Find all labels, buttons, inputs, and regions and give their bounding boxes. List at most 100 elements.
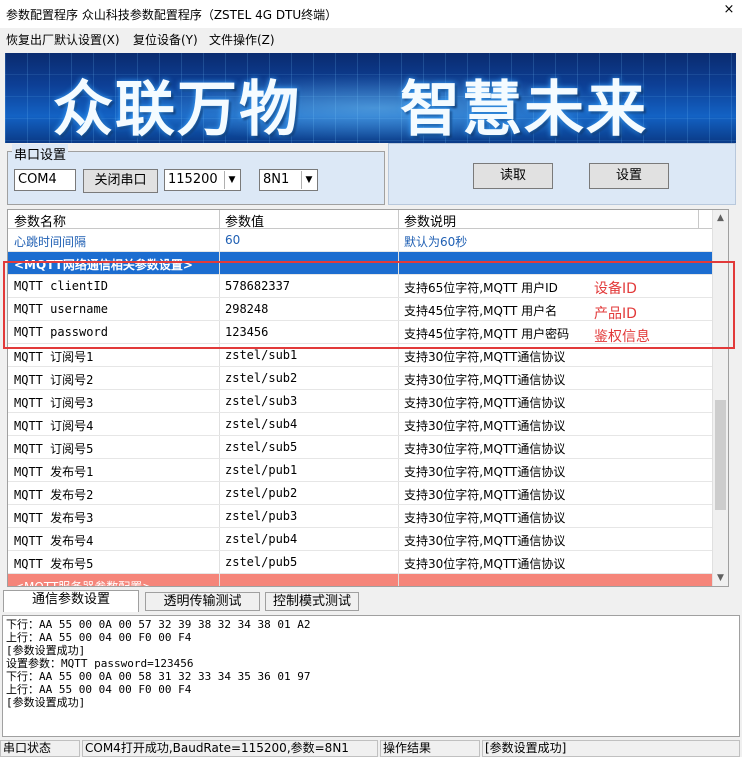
log-line: 下行：AA 55 00 0A 00 58 31 32 33 34 35 36 0… [6,670,311,683]
row-value-cell[interactable]: zstel/sub3 [225,394,297,408]
menu-restore-defaults[interactable]: 恢复出厂默认设置(X) [6,31,120,48]
read-button[interactable]: 读取 [473,163,553,189]
table-row[interactable]: MQTT 发布号1 zstel/pub1 支持30位字符,MQTT通信协议 [8,459,714,482]
serial-settings-label: 串口设置 [12,144,69,163]
row-desc-cell: 支持30位字符,MQTT通信协议 [404,350,566,364]
row-name-cell: MQTT 发布号4 [14,534,94,548]
row-desc-cell: 支持45位字符,MQTT 用户密码 [404,327,570,341]
cell-divider [398,275,399,297]
status-bar: 串口状态 COM4打开成功,BaudRate=115200,参数=8N1 操作结… [0,740,742,757]
log-line: 下行：AA 55 00 0A 00 57 32 39 38 32 34 38 0… [6,618,311,631]
row-value-cell[interactable]: zstel/pub5 [225,555,297,569]
banner-slogan-left: 众联万物 [53,75,301,143]
row-value-cell[interactable]: zstel/sub1 [225,348,297,362]
chevron-down-icon[interactable]: ▼ [224,171,239,189]
column-header-desc[interactable]: 参数说明 [404,211,456,230]
row-value-cell[interactable]: zstel/pub2 [225,486,297,500]
log-output[interactable]: 下行：AA 55 00 0A 00 57 32 39 38 32 34 38 0… [2,615,740,737]
tab-comm-params[interactable]: 通信参数设置 [3,590,139,612]
com-port-input[interactable]: COM4 [14,169,76,191]
row-desc-cell: 支持30位字符,MQTT通信协议 [404,442,566,456]
tab-transparent-test[interactable]: 透明传输测试 [145,592,260,611]
scroll-up-icon[interactable]: ▲ [713,210,728,226]
status-serial-value: COM4打开成功,BaudRate=115200,参数=8N1 [82,740,378,757]
table-row[interactable]: MQTT 发布号5 zstel/pub5 支持30位字符,MQTT通信协议 [8,551,714,574]
row-name-cell: <MQTT网络通信相关参数设置> [14,258,193,272]
column-header-name[interactable]: 参数名称 [14,211,66,230]
close-icon[interactable]: × [722,3,736,17]
serial-params-select[interactable]: 8N1 ▼ [259,169,318,191]
row-desc-cell: 默认为60秒 [404,235,468,249]
log-line: [参数设置成功] [6,644,86,657]
row-desc-cell: 支持30位字符,MQTT通信协议 [404,465,566,479]
menu-file-operations[interactable]: 文件操作(Z) [209,31,275,48]
row-desc-cell: 支持45位字符,MQTT 用户名 [404,304,558,318]
action-panel [388,143,736,205]
grid-scrollbar[interactable]: ▲ ▼ [712,210,728,586]
menu-bar: 恢复出厂默认设置(X) 复位设备(Y) 文件操作(Z) [0,28,742,50]
table-row[interactable]: MQTT 订阅号2 zstel/sub2 支持30位字符,MQTT通信协议 [8,367,714,390]
status-result-value: [参数设置成功] [482,740,740,757]
column-header-value[interactable]: 参数值 [225,211,264,230]
row-value-cell[interactable]: zstel/pub3 [225,509,297,523]
table-row[interactable]: <MQTT服务器参数配置> [8,574,714,586]
row-value-cell[interactable]: zstel/sub2 [225,371,297,385]
row-desc-cell: 支持30位字符,MQTT通信协议 [404,511,566,525]
cell-divider [219,413,220,435]
row-desc-cell: 支持65位字符,MQTT 用户ID [404,281,558,295]
row-value-cell[interactable]: zstel/pub1 [225,463,297,477]
row-name-cell: 心跳时间间隔 [14,235,87,249]
row-name-cell: MQTT username [14,302,108,316]
table-row[interactable]: MQTT 发布号4 zstel/pub4 支持30位字符,MQTT通信协议 [8,528,714,551]
cell-divider [219,252,220,274]
close-port-button[interactable]: 关闭串口 [83,169,158,193]
row-name-cell: MQTT 发布号5 [14,557,94,571]
row-name-cell: MQTT 订阅号2 [14,373,94,387]
table-row[interactable]: MQTT 发布号3 zstel/pub3 支持30位字符,MQTT通信协议 [8,505,714,528]
cell-divider [219,321,220,343]
row-value-cell[interactable]: zstel/pub4 [225,532,297,546]
row-value-cell[interactable]: zstel/sub4 [225,417,297,431]
status-label-result: 操作结果 [380,740,480,757]
banner-slogan-right: 智慧未来 [400,75,648,143]
row-name-cell: MQTT 订阅号1 [14,350,94,364]
row-value-cell[interactable]: 60 [225,233,240,247]
table-row[interactable]: 心跳时间间隔 60 默认为60秒 [8,229,714,252]
cell-divider [219,390,220,412]
cell-divider [398,229,399,251]
table-row[interactable]: MQTT 发布号2 zstel/pub2 支持30位字符,MQTT通信协议 [8,482,714,505]
table-row[interactable]: MQTT 订阅号4 zstel/sub4 支持30位字符,MQTT通信协议 [8,413,714,436]
cell-divider [398,459,399,481]
scrollbar-thumb[interactable] [715,400,726,510]
table-row[interactable]: MQTT 订阅号1 zstel/sub1 支持30位字符,MQTT通信协议 [8,344,714,367]
column-divider[interactable] [219,210,220,229]
menu-reset-device[interactable]: 复位设备(Y) [133,31,198,48]
cell-divider [219,298,220,320]
cell-divider [398,574,399,586]
row-name-cell: MQTT password [14,325,108,339]
log-line: 上行：AA 55 00 04 00 F0 00 F4 [6,631,192,644]
row-desc-cell: 支持30位字符,MQTT通信协议 [404,488,566,502]
row-value-cell[interactable]: 578682337 [225,279,290,293]
tab-control-mode-test[interactable]: 控制模式测试 [265,592,359,611]
row-value-cell[interactable]: 298248 [225,302,268,316]
cell-divider [398,436,399,458]
row-value-cell[interactable]: 123456 [225,325,268,339]
log-line: 上行：AA 55 00 04 00 F0 00 F4 [6,683,192,696]
log-line: 设置参数：MQTT password=123456 [6,657,194,670]
cell-divider [398,321,399,343]
cell-divider [219,344,220,366]
baud-rate-select[interactable]: 115200 ▼ [164,169,241,191]
row-name-cell: MQTT clientID [14,279,108,293]
table-row[interactable]: <MQTT网络通信相关参数设置> [8,252,714,275]
row-desc-cell: 支持30位字符,MQTT通信协议 [404,557,566,571]
table-row[interactable]: MQTT 订阅号3 zstel/sub3 支持30位字符,MQTT通信协议 [8,390,714,413]
row-value-cell[interactable]: zstel/sub5 [225,440,297,454]
set-button[interactable]: 设置 [589,163,669,189]
tab-bar: 通信参数设置 透明传输测试 控制模式测试 [0,589,742,612]
column-divider[interactable] [398,210,399,229]
column-divider[interactable] [698,210,699,229]
scroll-down-icon[interactable]: ▼ [713,570,728,586]
table-row[interactable]: MQTT 订阅号5 zstel/sub5 支持30位字符,MQTT通信协议 [8,436,714,459]
chevron-down-icon[interactable]: ▼ [301,171,316,189]
